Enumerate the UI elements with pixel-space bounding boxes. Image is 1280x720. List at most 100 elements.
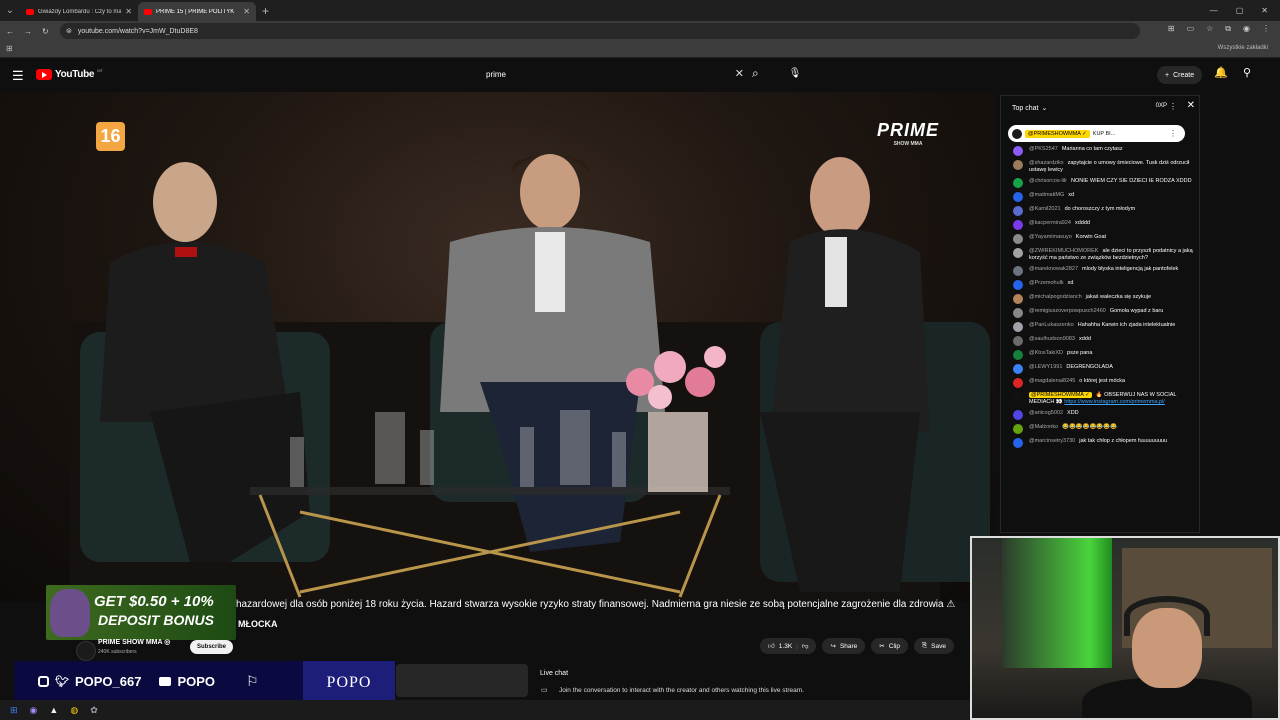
channel-name[interactable]: PRIME SHOW MMA ◎ — [98, 638, 170, 646]
chat-message[interactable]: @matimatiMG xd — [1013, 192, 1193, 202]
chat-message[interactable]: @Przemohulk xd — [1013, 280, 1193, 290]
url-field[interactable]: ⊜ youtube.com/watch?v=JmW_DtuD8E8 — [60, 23, 1140, 39]
chat-author[interactable]: @magdalenai8245 — [1029, 378, 1075, 384]
avatar[interactable] — [1013, 178, 1023, 188]
avatar[interactable] — [1013, 234, 1023, 244]
avatar[interactable] — [1013, 438, 1023, 448]
xp-badge[interactable]: 0XP — [1156, 103, 1167, 109]
deposit-bonus-ad[interactable]: GET $0.50 + 10% DEPOSIT BONUS — [46, 585, 236, 640]
chat-author[interactable]: @PKS2547 — [1029, 146, 1058, 152]
avatar[interactable] — [1013, 192, 1023, 202]
close-window-icon[interactable]: ✕ — [1261, 6, 1268, 15]
chat-message[interactable]: @shazardzikx zapytajcie o umowy śmieciowe… — [1013, 160, 1193, 174]
top-chat-dropdown[interactable]: Top chat — [1012, 105, 1038, 112]
chat-author[interactable]: @KtosTakiXD — [1029, 350, 1063, 356]
avatar[interactable] — [1013, 322, 1023, 332]
chat-author[interactable]: @Małżonko — [1029, 424, 1058, 430]
chat-author[interactable]: @shazardzikx — [1029, 160, 1064, 166]
chat-message[interactable]: @michalpogodzianch jakaś waleczka się szy… — [1013, 294, 1193, 304]
bookmark-star-icon[interactable]: ☆ — [1206, 24, 1213, 34]
avatar[interactable] — [1013, 280, 1023, 290]
chat-author[interactable]: @ariicog5002 — [1029, 410, 1063, 416]
chat-message[interactable]: @LEWY1991 DEGRENGOLADA — [1013, 364, 1193, 374]
chat-link[interactable]: https://www.instagram.com/primemma.pl/ — [1064, 399, 1165, 405]
reload-icon[interactable]: ↻ — [42, 27, 49, 36]
chat-author[interactable]: @PanLukaszenko — [1029, 322, 1074, 328]
chat-author[interactable]: @Przemohulk — [1029, 280, 1064, 286]
browser-tab-1[interactable]: Gwiazdy Lombardu : Czy to ma ✕ — [20, 2, 138, 21]
chat-message[interactable]: @magdalenai8245 o której jest mócka — [1013, 378, 1193, 388]
site-info-icon[interactable]: ⊜ — [66, 27, 72, 35]
close-tab-icon[interactable]: ✕ — [125, 7, 132, 16]
subscribe-button[interactable]: Subscribe — [190, 640, 234, 654]
chat-message[interactable]: @Yayamimasuyo Korwin Goat — [1013, 234, 1193, 244]
chat-author[interactable]: @LEWY1991 — [1029, 364, 1062, 370]
forward-icon[interactable]: → — [24, 27, 32, 36]
chevron-down-icon[interactable]: ⌄ — [1041, 104, 1047, 112]
avatar[interactable] — [1013, 146, 1023, 156]
microphone-icon[interactable]: 🎙 — [786, 65, 804, 83]
avatar[interactable] — [1013, 266, 1023, 276]
chat-message[interactable]: @chrisorcos-lilr NONIE WIEM CZY SIE DZIEC… — [1013, 178, 1193, 188]
avatar[interactable] — [1013, 364, 1023, 374]
maximize-icon[interactable]: ▢ — [1236, 6, 1244, 15]
menu-icon[interactable]: ☰ — [12, 68, 24, 84]
video-player[interactable]: 16 PRIME SHOW MMA — [0, 92, 995, 602]
create-button[interactable]: + Create — [1157, 66, 1203, 84]
avatar[interactable] — [1013, 220, 1023, 230]
avatar[interactable] — [1013, 350, 1023, 360]
clear-search-icon[interactable]: ✕ — [735, 67, 744, 80]
start-icon[interactable]: ⊞ — [10, 705, 18, 716]
avatar[interactable] — [1013, 410, 1023, 420]
avatar[interactable] — [1013, 336, 1023, 346]
chat-message[interactable]: @ariicog5002 XDD — [1013, 410, 1193, 420]
chat-message[interactable]: @Małżonko 😂😂😂😂😂😂😂😂 — [1013, 424, 1193, 434]
description-box[interactable] — [396, 664, 528, 697]
pinned-menu-icon[interactable]: ⋮ — [1169, 129, 1177, 138]
app-icon[interactable]: ◉ — [30, 705, 38, 716]
notifications-bell-icon[interactable]: 🔔 — [1214, 66, 1228, 79]
live-chat-collapsed[interactable]: Live chat ▭ Join the conversation to int… — [532, 665, 972, 699]
chat-message[interactable]: @ZWIREKIMUCHOMOREK ale dzieci to przyszli… — [1013, 248, 1193, 262]
back-icon[interactable]: ← — [6, 27, 14, 36]
chat-author[interactable]: @Kamil2021 — [1029, 206, 1061, 212]
search-input[interactable]: prime ✕ — [478, 65, 748, 83]
chat-author[interactable]: @PRIMESHOWMMA ✓ — [1029, 392, 1092, 398]
avatar[interactable] — [1013, 424, 1023, 434]
like-button[interactable]: 👍︎ 1.3K | 👎︎ — [760, 638, 817, 654]
share-button[interactable]: ↪ Share — [822, 638, 866, 654]
chat-message[interactable]: @kacpermira924 xdddd — [1013, 220, 1193, 230]
app-icon[interactable]: ✿ — [90, 705, 98, 716]
browser-menu-icon[interactable]: ⋮ — [1262, 24, 1270, 34]
pinned-message[interactable]: @PRIMESHOWMMA ✓ KUP BI... ⋮ — [1008, 125, 1185, 142]
chat-message[interactable]: @PKS2547 Marianna co tam czytasz — [1013, 146, 1193, 156]
channel-avatar[interactable] — [76, 641, 96, 661]
avatar[interactable] — [1013, 392, 1023, 402]
avatar[interactable] — [1013, 160, 1023, 170]
chat-menu-icon[interactable]: ⋮ — [1169, 102, 1177, 111]
app-icon[interactable]: ▲ — [49, 705, 58, 715]
avatar[interactable] — [1013, 248, 1023, 258]
chat-author[interactable]: @ZWIREKIMUCHOMOREK — [1029, 248, 1098, 254]
cast-icon[interactable]: ▭ — [1187, 24, 1195, 34]
chat-message[interactable]: @PanLukaszenko Hahahha Karwin ich zjada i… — [1013, 322, 1193, 332]
new-tab-icon[interactable]: + — [262, 4, 269, 18]
chat-author[interactable]: @remigiuszoverpowpusch2460 — [1029, 308, 1106, 314]
chat-message[interactable]: @remigiuszoverpowpusch2460 Gomola wypad z… — [1013, 308, 1193, 318]
avatar[interactable] — [1013, 378, 1023, 388]
chrome-icon[interactable]: ◍ — [70, 705, 78, 716]
save-button[interactable]: ⎘ Save — [913, 638, 954, 654]
close-tab-icon[interactable]: ✕ — [243, 7, 250, 16]
search-icon[interactable]: ⌕ — [752, 66, 759, 81]
chat-author[interactable]: @mareknowak2827 — [1029, 266, 1078, 272]
chat-author[interactable]: @michalpogodzianch — [1029, 294, 1082, 300]
profile-icon[interactable]: ◉ — [1243, 24, 1250, 34]
chat-message[interactable]: @Kamil2021 do choroszczy z tym młodym — [1013, 206, 1193, 216]
clip-button[interactable]: ✂ Clip — [871, 638, 908, 654]
chat-message[interactable]: @saulhudson9083 xddd — [1013, 336, 1193, 346]
tab-search-icon[interactable]: ⌄ — [0, 5, 20, 16]
close-chat-icon[interactable]: ✕ — [1187, 100, 1195, 111]
chat-author[interactable]: @marcinsetry3730 — [1029, 438, 1075, 444]
youtube-logo[interactable]: YouTube MT — [36, 68, 103, 80]
apps-grid-icon[interactable]: ⊞ — [6, 44, 13, 53]
